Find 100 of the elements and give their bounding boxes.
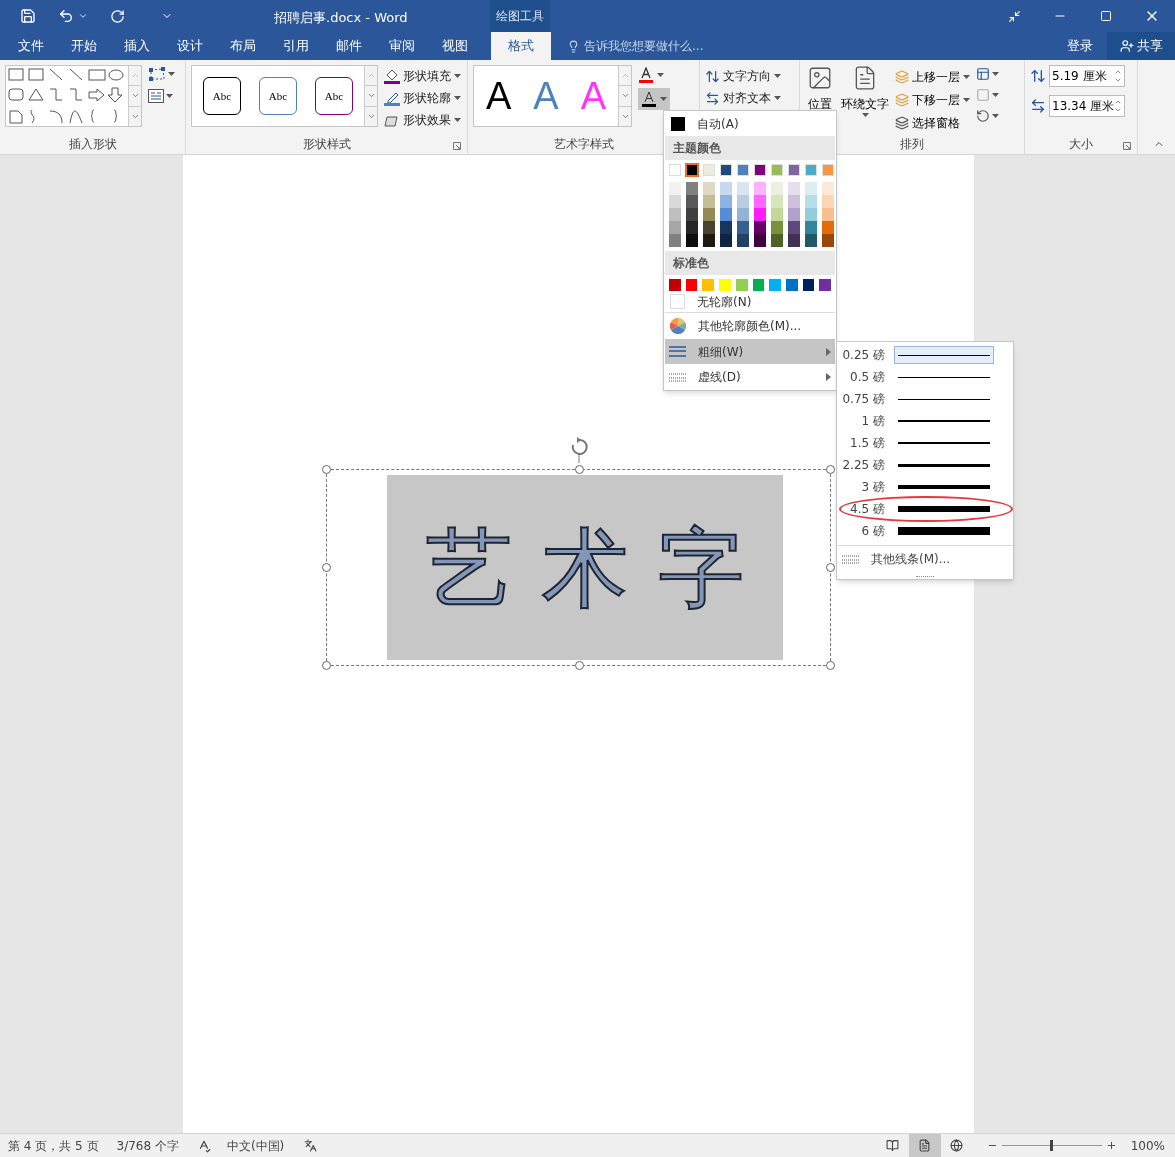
width-field[interactable]: 13.34 厘米: [1049, 95, 1125, 117]
color-swatch[interactable]: [703, 234, 715, 247]
color-swatch[interactable]: [771, 195, 783, 208]
line-weight-item[interactable]: 6 磅: [837, 520, 1013, 542]
more-lines-item[interactable]: 其他线条(M)...: [837, 545, 1013, 571]
submenu-item[interactable]: 粗细(W): [665, 339, 835, 364]
save-icon[interactable]: [20, 8, 36, 24]
more-colors-item[interactable]: 其他轮廓颜色(M)...: [665, 313, 835, 339]
ribbon-tab[interactable]: 文件: [4, 32, 57, 60]
color-swatch[interactable]: [737, 195, 749, 208]
color-swatch[interactable]: [719, 279, 731, 291]
color-swatch[interactable]: [720, 182, 732, 195]
color-swatch[interactable]: [754, 182, 766, 195]
page-count[interactable]: 第 4 页，共 5 页: [8, 1136, 99, 1155]
color-swatch[interactable]: [822, 182, 834, 195]
resize-handle[interactable]: [322, 661, 331, 670]
color-swatch[interactable]: [686, 221, 698, 234]
color-swatch[interactable]: [703, 221, 715, 234]
shape-format-command[interactable]: 形状填充: [384, 65, 461, 87]
ribbon-tab[interactable]: 格式: [491, 32, 551, 60]
undo-icon[interactable]: [58, 8, 74, 24]
color-swatch[interactable]: [819, 279, 832, 291]
color-swatch[interactable]: [735, 279, 748, 291]
color-swatch[interactable]: [720, 195, 732, 208]
color-swatch[interactable]: [769, 279, 781, 291]
spin-down-icon[interactable]: [1114, 106, 1123, 114]
color-swatch[interactable]: [754, 221, 766, 234]
color-swatch[interactable]: [686, 195, 698, 208]
ribbon-tab[interactable]: 插入: [110, 32, 163, 60]
align-text-command[interactable]: 对齐文本: [705, 87, 781, 109]
wordart-style-preset[interactable]: A: [486, 77, 512, 115]
share-button[interactable]: 共享: [1107, 32, 1175, 60]
color-swatch[interactable]: [669, 279, 681, 291]
dialog-launcher-icon[interactable]: [453, 142, 461, 150]
sign-in-link[interactable]: 登录: [1067, 32, 1093, 60]
resize-handle[interactable]: [826, 661, 835, 670]
color-swatch[interactable]: [771, 208, 783, 221]
color-swatch[interactable]: [737, 234, 749, 247]
color-swatch[interactable]: [788, 182, 800, 195]
shape-format-command[interactable]: 形状效果: [384, 109, 461, 131]
color-swatch[interactable]: [754, 195, 766, 208]
color-swatch[interactable]: [737, 208, 749, 221]
resize-handle[interactable]: [322, 563, 331, 572]
color-swatch[interactable]: [754, 234, 766, 247]
resize-handle[interactable]: [322, 465, 331, 474]
color-swatch[interactable]: [805, 195, 817, 208]
line-weight-item[interactable]: 0.75 磅: [837, 388, 1013, 410]
color-swatch[interactable]: [805, 234, 817, 247]
shape-style-preset[interactable]: Abc: [203, 77, 241, 115]
arrange-command[interactable]: 下移一层: [895, 88, 970, 111]
text-fill-icon[interactable]: [638, 67, 655, 83]
word-count[interactable]: 3/768 个字: [116, 1136, 179, 1155]
color-swatch[interactable]: [788, 234, 800, 247]
color-swatch[interactable]: [788, 208, 800, 221]
gallery-scroll-bar[interactable]: [128, 66, 141, 126]
color-swatch[interactable]: [805, 182, 817, 195]
color-swatch[interactable]: [802, 279, 815, 291]
color-swatch[interactable]: [805, 208, 817, 221]
color-swatch[interactable]: [822, 221, 834, 234]
line-weight-item[interactable]: 1.5 磅: [837, 432, 1013, 454]
spin-down-icon[interactable]: [1114, 76, 1122, 84]
shape-style-preset[interactable]: Abc: [315, 77, 353, 115]
spin-up-icon[interactable]: [1114, 98, 1123, 106]
color-swatch[interactable]: [788, 221, 800, 234]
ribbon-tab[interactable]: 视图: [428, 32, 481, 60]
line-weight-item[interactable]: 0.5 磅: [837, 366, 1013, 388]
dialog-launcher-icon[interactable]: [1123, 142, 1131, 150]
color-swatch[interactable]: [703, 182, 715, 195]
color-swatch[interactable]: [822, 234, 834, 247]
search-hint[interactable]: 告诉我您想要做什么...: [584, 37, 704, 55]
color-swatch[interactable]: [720, 208, 732, 221]
resize-handle[interactable]: [575, 661, 584, 670]
gallery-scroll-bar[interactable]: [364, 66, 377, 126]
color-swatch[interactable]: [805, 221, 817, 234]
resize-handle[interactable]: [575, 465, 584, 474]
resize-handle[interactable]: [826, 465, 835, 474]
text-direction-command[interactable]: 文字方向: [705, 65, 781, 87]
color-swatch[interactable]: [686, 234, 698, 247]
color-swatch[interactable]: [669, 208, 681, 221]
color-swatch[interactable]: [685, 279, 698, 291]
text-outline-icon[interactable]: [641, 91, 658, 107]
color-swatch[interactable]: [737, 182, 749, 195]
ribbon-tab[interactable]: 设计: [163, 32, 216, 60]
color-swatch[interactable]: [771, 182, 783, 195]
ribbon-tab[interactable]: 布局: [216, 32, 269, 60]
color-swatch[interactable]: [686, 208, 698, 221]
ribbon-tab[interactable]: 审阅: [375, 32, 428, 60]
print-view-button[interactable]: [908, 1134, 941, 1157]
color-swatch[interactable]: [703, 195, 715, 208]
color-swatch[interactable]: [686, 164, 698, 176]
line-weight-item[interactable]: 1 磅: [837, 410, 1013, 432]
zoom-level[interactable]: 100%: [1130, 1136, 1165, 1155]
zoom-in-icon[interactable]: [1105, 1140, 1117, 1151]
color-swatch[interactable]: [669, 234, 681, 247]
color-swatch[interactable]: [720, 234, 732, 247]
no-outline-item[interactable]: 无轮廓(N): [665, 291, 835, 313]
ribbon-tab[interactable]: 邮件: [322, 32, 375, 60]
color-swatch[interactable]: [771, 234, 783, 247]
color-swatch[interactable]: [771, 221, 783, 234]
arrange-command[interactable]: 上移一层: [895, 65, 970, 88]
